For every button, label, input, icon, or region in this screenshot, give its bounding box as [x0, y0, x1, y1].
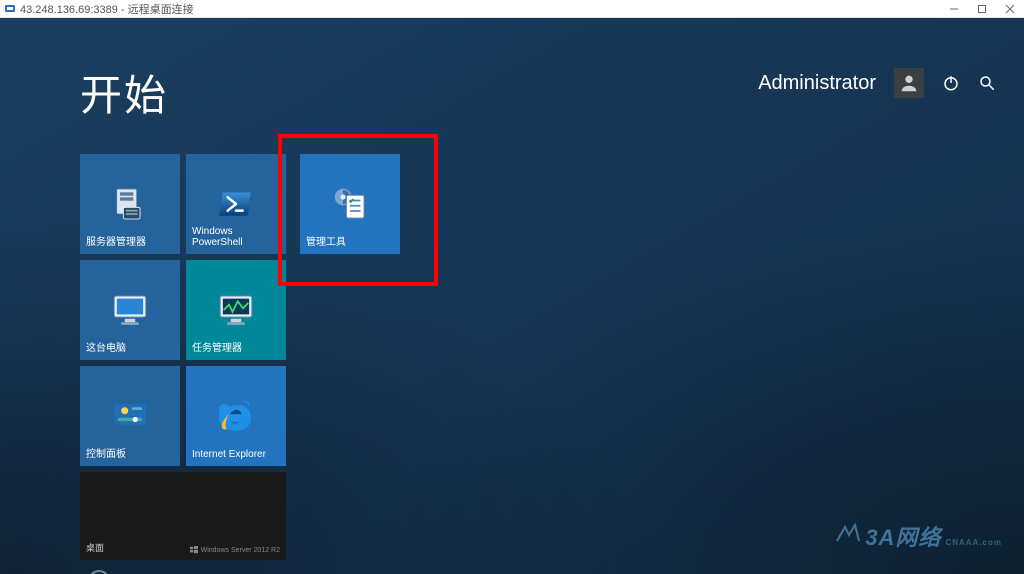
power-icon[interactable] [942, 74, 960, 92]
maximize-button[interactable] [968, 0, 996, 17]
tile-label: 任务管理器 [192, 343, 280, 354]
user-area: Administrator [758, 68, 996, 98]
tile-this-pc[interactable]: 这台电脑 [80, 260, 180, 360]
tile-label: 控制面板 [86, 449, 174, 460]
tile-desktop[interactable]: 桌面 Windows Server 2012 R2 [80, 472, 286, 560]
tile-grid: 服务器管理器 Windows PowerShell 这台电脑 任务管理器 [80, 154, 286, 466]
tile-label: 服务器管理器 [86, 237, 174, 248]
all-apps-button[interactable] [88, 570, 110, 574]
tile-ie[interactable]: Internet Explorer [186, 366, 286, 466]
tile-label: Internet Explorer [192, 449, 280, 460]
tile-admin-tools[interactable]: 管理工具 [300, 154, 400, 254]
search-icon[interactable] [978, 74, 996, 92]
rdp-title-text: 43.248.136.69:3389 - 远程桌面连接 [20, 1, 194, 17]
close-button[interactable] [996, 0, 1024, 17]
rdp-icon [4, 3, 16, 15]
user-name: Administrator [758, 72, 876, 95]
start-title: 开始 [80, 62, 168, 123]
minimize-button[interactable] [940, 0, 968, 17]
watermark: 3A网络 CNAAA.com [835, 520, 1002, 552]
user-avatar[interactable] [894, 68, 924, 98]
watermark-sub: CNAAA.com [945, 538, 1002, 547]
tile-label: 管理工具 [306, 237, 394, 248]
tile-server-manager[interactable]: 服务器管理器 [80, 154, 180, 254]
tile-control-panel[interactable]: 控制面板 [80, 366, 180, 466]
rdp-titlebar: 43.248.136.69:3389 - 远程桌面连接 [0, 0, 1024, 18]
window-controls [940, 0, 1024, 17]
watermark-main: 3A网络 [865, 520, 941, 552]
desktop-brand: Windows Server 2012 R2 [190, 546, 280, 554]
tile-task-manager[interactable]: 任务管理器 [186, 260, 286, 360]
tile-label: Windows PowerShell [192, 226, 280, 248]
tile-powershell[interactable]: Windows PowerShell [186, 154, 286, 254]
tile-label: 这台电脑 [86, 343, 174, 354]
start-screen: 开始 Administrator 服务器管理器 Windows Pow [0, 18, 1024, 574]
